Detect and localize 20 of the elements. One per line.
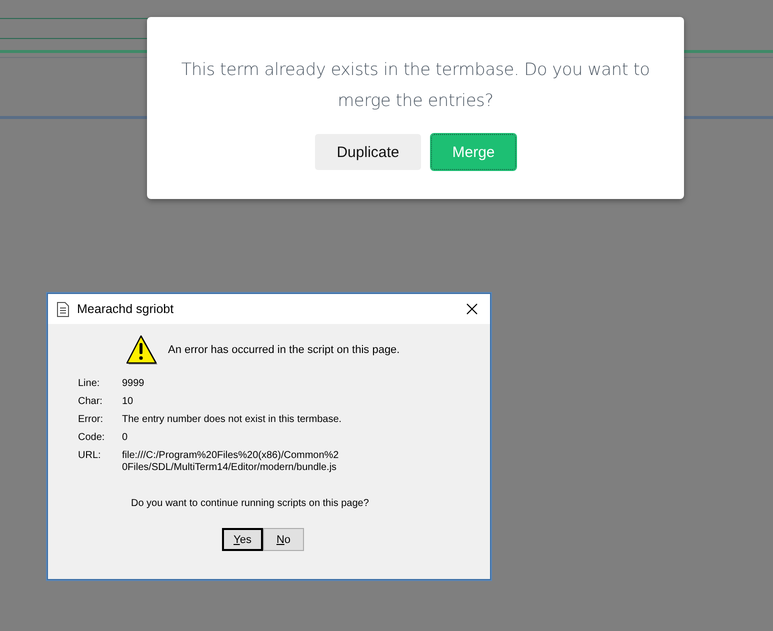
dialog-message: This term already exists in the termbase. Do you want to merge the entries?: [180, 59, 651, 113]
no-button[interactable]: No: [263, 528, 304, 551]
error-heading: An error has occurred in the script on this page.: [168, 344, 400, 356]
field-label: Char:: [78, 396, 104, 408]
field-value: 9999: [122, 378, 146, 390]
yes-button[interactable]: Yes: [222, 528, 263, 551]
field-label: Error:: [78, 414, 104, 426]
field-value: 10: [122, 396, 134, 408]
question-text: Do you want to continue running scripts on this page?: [131, 498, 370, 509]
field-value: file:///C:/Program%20Files%20(x86)/Common%20Files/SDL/MultiTerm14/Editor/modern/bundle.js: [122, 450, 340, 474]
field-value: 0: [122, 432, 129, 444]
window-title: Mearachd sgriobt: [77, 302, 175, 316]
field-label: Code:: [78, 432, 106, 444]
field-label: URL:: [78, 450, 102, 463]
field-value: The entry number does not exist in this termbase.: [122, 414, 343, 426]
close-icon[interactable]: [466, 303, 478, 315]
warning-icon: [124, 334, 158, 366]
document-icon: [57, 302, 69, 316]
duplicate-button[interactable]: Duplicate: [315, 134, 421, 170]
field-label: Line:: [78, 378, 101, 390]
